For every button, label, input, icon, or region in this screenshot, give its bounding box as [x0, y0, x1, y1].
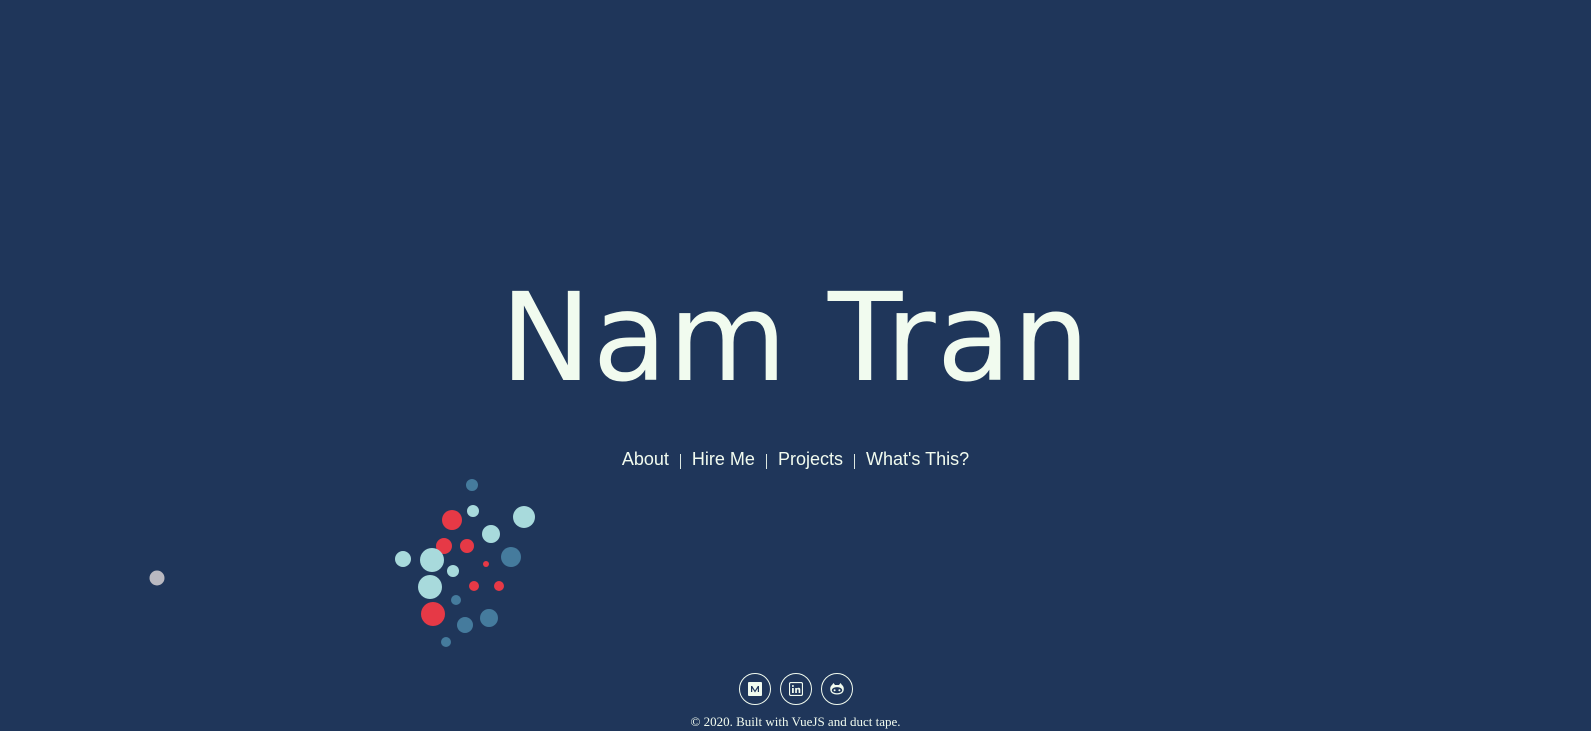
particle: [457, 617, 473, 633]
particle: [501, 547, 521, 567]
main-nav: About Hire Me Projects What's This?: [0, 449, 1591, 470]
particle: [469, 581, 479, 591]
nav-divider: [853, 454, 855, 469]
particle: [395, 551, 411, 567]
particle: [480, 609, 498, 627]
particle: [149, 570, 165, 586]
linkedin-link-button[interactable]: [779, 673, 812, 705]
particle: [421, 602, 445, 626]
linkedin-icon: [788, 682, 803, 696]
particle: [447, 565, 459, 577]
page: Nam Tran About Hire Me Projects What's T…: [0, 0, 1591, 731]
particle: [420, 548, 444, 572]
particle: [441, 637, 451, 647]
github-icon: [829, 683, 844, 695]
particle: [483, 561, 489, 567]
medium-icon: [747, 682, 762, 696]
particle: [436, 538, 452, 554]
nav-divider: [679, 454, 681, 469]
particle: [482, 525, 500, 543]
github-link-button[interactable]: [820, 673, 853, 705]
nav-about-link[interactable]: About: [622, 449, 669, 470]
particle: [494, 581, 504, 591]
nav-projects-link[interactable]: Projects: [778, 449, 843, 470]
medium-link-button[interactable]: [738, 673, 771, 705]
nav-divider: [765, 454, 767, 469]
particle: [466, 479, 478, 491]
particle: [442, 510, 462, 530]
social-links: [0, 673, 1591, 705]
hero-name: Nam Tran: [500, 267, 1091, 409]
particle: [513, 506, 535, 528]
particle: [451, 595, 461, 605]
particle: [460, 539, 474, 553]
nav-hire-me-link[interactable]: Hire Me: [692, 449, 755, 470]
footer-copyright: © 2020. Built with VueJS and duct tape.: [690, 714, 901, 729]
particle: [467, 505, 479, 517]
particle: [418, 575, 442, 599]
nav-whats-this-link[interactable]: What's This?: [866, 449, 969, 470]
